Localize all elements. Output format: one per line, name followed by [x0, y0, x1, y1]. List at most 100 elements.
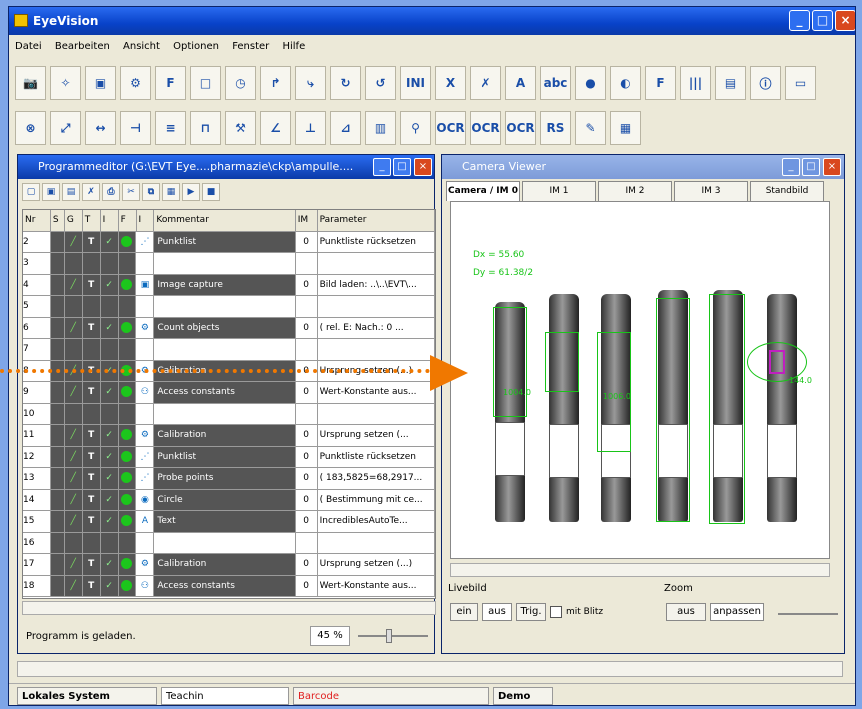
info-icon[interactable]: ⓘ [750, 66, 781, 100]
livebild-aus-button[interactable]: aus [482, 603, 512, 621]
table-row[interactable]: 12 ╱ T ✓ ⋰ Punktlist 0 Punktliste rücksetzen [23, 446, 435, 468]
palette-icon[interactable]: ◐ [610, 66, 641, 100]
loop-icon[interactable]: ↻ [330, 66, 361, 100]
magic-wand-icon[interactable]: ✧ [50, 66, 81, 100]
branch-icon[interactable]: ⤷ [295, 66, 326, 100]
tool-icon[interactable]: ⚒ [225, 111, 256, 145]
font-icon[interactable]: A [505, 66, 536, 100]
table-row[interactable]: 5 [23, 296, 435, 318]
header-g[interactable]: G [64, 210, 83, 231]
horizontal-scrollbar[interactable] [22, 601, 436, 615]
bars-icon[interactable]: ▥ [365, 111, 396, 145]
main-hscrollbar[interactable] [17, 661, 843, 677]
menu-hilfe[interactable]: Hilfe [282, 41, 305, 52]
angle-icon[interactable]: ∠ [260, 111, 291, 145]
table-row[interactable]: 9 ╱ T ✓ ⚇ Access constants 0 Wert-Konstante aus… [23, 382, 435, 404]
header-kommentar[interactable]: Kommentar [154, 210, 296, 231]
diagonal-icon[interactable]: ⤢ [50, 111, 81, 145]
circle-cross-icon[interactable]: ⊗ [15, 111, 46, 145]
header-i2[interactable]: I [136, 210, 155, 231]
tab-im1[interactable]: IM 1 [522, 181, 596, 201]
table-row[interactable]: 13 ╱ T ✓ ⋰ Probe points 0( 183,5825=68,2917... [23, 468, 435, 490]
tab-im3[interactable]: IM 3 [674, 181, 748, 201]
minimize-button[interactable]: _ [789, 10, 810, 31]
delete-icon[interactable]: ✗ [82, 183, 100, 201]
table-row[interactable]: 15 ╱ T ✓ A Text 0 IncrediblesAutoTe... [23, 511, 435, 533]
table-row[interactable]: 14 ╱ T ✓ ◉ Circle 0( Bestimmung mit ce... [23, 489, 435, 511]
minimize-button[interactable]: _ [373, 158, 391, 176]
livebild-ein-button[interactable]: ein [450, 603, 478, 621]
menu-optionen[interactable]: Optionen [173, 41, 219, 52]
zoom-slider[interactable] [358, 635, 428, 637]
mit-blitz-checkbox[interactable] [550, 606, 562, 618]
tab-standbild[interactable]: Standbild [750, 181, 824, 201]
camera-green-icon[interactable]: ▭ [785, 66, 816, 100]
skew-icon[interactable]: ⊿ [330, 111, 361, 145]
pattern-icon[interactable]: ⚙ [120, 66, 151, 100]
table-row[interactable]: 16 [23, 532, 435, 554]
ocr-check-icon[interactable]: OCR [505, 111, 536, 145]
chart-icon[interactable]: ⊥ [295, 111, 326, 145]
timer-icon[interactable]: ◷ [225, 66, 256, 100]
plug-icon[interactable]: ⚲ [400, 111, 431, 145]
copy-icon[interactable]: ⧉ [142, 183, 160, 201]
fit-icon[interactable]: F [155, 66, 186, 100]
header-s[interactable]: S [50, 210, 65, 231]
new-file-icon[interactable]: ▢ [22, 183, 40, 201]
header-nr[interactable]: Nr [23, 210, 51, 231]
table-row[interactable]: 6 ╱ T ✓ ⚙ Count objects 0( rel. E: Nach.: 0 ..… [23, 317, 435, 339]
header-im[interactable]: IM [295, 210, 318, 231]
close-button[interactable]: × [823, 158, 841, 176]
horizontal-measure-icon[interactable]: ↔ [85, 111, 116, 145]
run-icon[interactable]: ▶ [182, 183, 200, 201]
zoom-aus-button[interactable]: aus [666, 603, 706, 621]
close-button[interactable]: × [414, 158, 432, 176]
header-parameter[interactable]: Parameter [317, 210, 435, 231]
header-f[interactable]: F [118, 210, 137, 231]
table-row[interactable]: 11 ╱ T ✓ ⚙ Calibration 0 Ursprung setzen (... [23, 425, 435, 447]
print-icon[interactable]: ⎙ [102, 183, 120, 201]
barcode-icon[interactable]: ||| [680, 66, 711, 100]
ocr-icon[interactable]: OCR [470, 111, 501, 145]
edit-icon[interactable]: ✎ [575, 111, 606, 145]
close-button[interactable]: × [835, 10, 855, 31]
stop-icon[interactable]: ■ [202, 183, 220, 201]
formula-icon[interactable]: X [435, 66, 466, 100]
ini-icon[interactable]: INI [400, 66, 431, 100]
rs232-icon[interactable]: RS [540, 111, 571, 145]
zoom-slider-thumb[interactable] [386, 629, 392, 643]
zoom-slider[interactable] [778, 613, 838, 615]
menu-ansicht[interactable]: Ansicht [123, 41, 160, 52]
save-file-icon[interactable]: ▤ [62, 183, 80, 201]
texture-icon[interactable]: ▦ [610, 111, 641, 145]
tab-camera[interactable]: Camera / IM 0 [446, 181, 520, 201]
zoom-anpassen-button[interactable]: anpassen [710, 603, 764, 621]
table-row[interactable]: 3 [23, 253, 435, 275]
filter-icon[interactable]: F [645, 66, 676, 100]
counter-icon[interactable]: ↺ [365, 66, 396, 100]
rectangle-icon[interactable]: □ [190, 66, 221, 100]
header-i[interactable]: I [100, 210, 119, 231]
paste-icon[interactable]: ▦ [162, 183, 180, 201]
maximize-button[interactable]: □ [802, 158, 820, 176]
bracket-icon[interactable]: ⊓ [190, 111, 221, 145]
header-t[interactable]: T [82, 210, 101, 231]
menu-bearbeiten[interactable]: Bearbeiten [55, 41, 110, 52]
zoom-field[interactable]: 45 % [310, 626, 350, 646]
table-row[interactable]: 2 ╱ T ✓ ⋰ Punktlist 0 Punktliste rücksetzen [23, 231, 435, 253]
menu-datei[interactable]: Datei [15, 41, 42, 52]
table-row[interactable]: 4 ╱ T ✓ ▣ Image capture 0 Bild laden: ..\..\EVT… [23, 274, 435, 296]
maximize-button[interactable]: □ [812, 10, 833, 31]
ocr-ctrl-icon[interactable]: OCR [435, 111, 466, 145]
minimize-button[interactable]: _ [782, 158, 800, 176]
maximize-button[interactable]: □ [393, 158, 411, 176]
abc-icon[interactable]: abc [540, 66, 571, 100]
table-row[interactable]: 10 [23, 403, 435, 425]
menu-fenster[interactable]: Fenster [232, 41, 269, 52]
step-in-icon[interactable]: ↱ [260, 66, 291, 100]
align-icon[interactable]: ≡ [155, 111, 186, 145]
camera-hscrollbar[interactable] [450, 563, 830, 577]
camera-icon[interactable]: 📷 [15, 66, 46, 100]
tab-im2[interactable]: IM 2 [598, 181, 672, 201]
center-icon[interactable]: ⊣ [120, 111, 151, 145]
